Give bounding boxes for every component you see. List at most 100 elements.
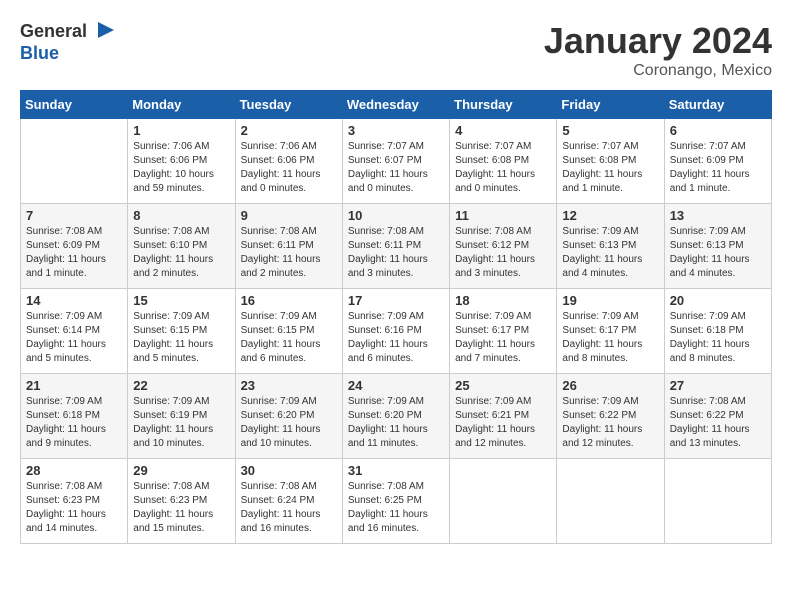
calendar-cell: 26 Sunrise: 7:09 AMSunset: 6:22 PMDayligh… — [557, 374, 664, 459]
calendar-cell: 7Sunrise: 7:08 AMSunset: 6:09 PMDaylight… — [21, 204, 128, 289]
calendar-cell: 16 Sunrise: 7:09 AMSunset: 6:15 PMDayligh… — [235, 289, 342, 374]
calendar-table: Sunday Monday Tuesday Wednesday Thursday… — [20, 90, 772, 544]
header-friday: Friday — [557, 91, 664, 119]
day-number: 25 — [455, 378, 551, 393]
calendar-cell: 21Sunrise: 7:09 AMSunset: 6:18 PMDayligh… — [21, 374, 128, 459]
calendar-cell: 14 Sunrise: 7:09 AMSunset: 6:14 PMDayligh… — [21, 289, 128, 374]
day-number: 23 — [241, 378, 337, 393]
day-number: 21 — [26, 378, 122, 393]
day-info: Sunrise: 7:07 AMSunset: 6:09 PMDaylight:… — [670, 140, 766, 196]
logo-general: General — [20, 20, 118, 44]
calendar-cell: 13 Sunrise: 7:09 AMSunset: 6:13 PMDayligh… — [664, 204, 771, 289]
calendar-cell — [21, 119, 128, 204]
logo: General Blue — [20, 20, 118, 64]
day-number: 17 — [348, 293, 444, 308]
day-info: Sunrise: 7:09 AMSunset: 6:17 PMDaylight:… — [562, 310, 658, 366]
calendar-cell — [664, 459, 771, 544]
day-info: Sunrise: 7:08 AMSunset: 6:23 PMDaylight:… — [26, 480, 122, 536]
day-info: Sunrise: 7:09 AMSunset: 6:14 PMDaylight:… — [26, 310, 122, 366]
day-number: 1 — [133, 123, 229, 138]
day-number: 28 — [26, 463, 122, 478]
calendar-cell: 5 Sunrise: 7:07 AMSunset: 6:08 PMDaylight… — [557, 119, 664, 204]
day-info: Sunrise: 7:09 AMSunset: 6:15 PMDaylight:… — [133, 310, 229, 366]
day-number: 26 — [562, 378, 658, 393]
calendar-cell: 29 Sunrise: 7:08 AMSunset: 6:23 PMDayligh… — [128, 459, 235, 544]
calendar-cell: 27 Sunrise: 7:08 AMSunset: 6:22 PMDayligh… — [664, 374, 771, 459]
calendar-week-row: 14 Sunrise: 7:09 AMSunset: 6:14 PMDayligh… — [21, 289, 772, 374]
calendar-cell: 18Sunrise: 7:09 AMSunset: 6:17 PMDayligh… — [450, 289, 557, 374]
calendar-cell: 11Sunrise: 7:08 AMSunset: 6:12 PMDayligh… — [450, 204, 557, 289]
day-number: 29 — [133, 463, 229, 478]
day-number: 30 — [241, 463, 337, 478]
day-number: 15 — [133, 293, 229, 308]
day-number: 13 — [670, 208, 766, 223]
day-info: Sunrise: 7:09 AMSunset: 6:19 PMDaylight:… — [133, 395, 229, 451]
day-number: 5 — [562, 123, 658, 138]
calendar-cell: 2 Sunrise: 7:06 AMSunset: 6:06 PMDaylight… — [235, 119, 342, 204]
header-monday: Monday — [128, 91, 235, 119]
day-number: 19 — [562, 293, 658, 308]
day-number: 10 — [348, 208, 444, 223]
day-number: 6 — [670, 123, 766, 138]
calendar-header-row: Sunday Monday Tuesday Wednesday Thursday… — [21, 91, 772, 119]
calendar-cell: 3Sunrise: 7:07 AMSunset: 6:07 PMDaylight… — [342, 119, 449, 204]
calendar-week-row: 1 Sunrise: 7:06 AMSunset: 6:06 PMDaylight… — [21, 119, 772, 204]
day-number: 7 — [26, 208, 122, 223]
day-info: Sunrise: 7:09 AMSunset: 6:20 PMDaylight:… — [348, 395, 444, 451]
header-thursday: Thursday — [450, 91, 557, 119]
day-info: Sunrise: 7:07 AMSunset: 6:07 PMDaylight:… — [348, 140, 444, 196]
calendar-week-row: 28 Sunrise: 7:08 AMSunset: 6:23 PMDayligh… — [21, 459, 772, 544]
day-info: Sunrise: 7:07 AMSunset: 6:08 PMDaylight:… — [455, 140, 551, 196]
calendar-cell: 15 Sunrise: 7:09 AMSunset: 6:15 PMDayligh… — [128, 289, 235, 374]
calendar-cell — [450, 459, 557, 544]
day-info: Sunrise: 7:06 AMSunset: 6:06 PMDaylight:… — [133, 140, 229, 196]
calendar-cell: 23Sunrise: 7:09 AMSunset: 6:20 PMDayligh… — [235, 374, 342, 459]
calendar-cell: 12 Sunrise: 7:09 AMSunset: 6:13 PMDayligh… — [557, 204, 664, 289]
day-info: Sunrise: 7:09 AMSunset: 6:18 PMDaylight:… — [670, 310, 766, 366]
day-number: 2 — [241, 123, 337, 138]
day-info: Sunrise: 7:08 AMSunset: 6:11 PMDaylight:… — [348, 225, 444, 281]
calendar-cell: 22Sunrise: 7:09 AMSunset: 6:19 PMDayligh… — [128, 374, 235, 459]
day-info: Sunrise: 7:09 AMSunset: 6:22 PMDaylight:… — [562, 395, 658, 451]
day-number: 12 — [562, 208, 658, 223]
day-info: Sunrise: 7:06 AMSunset: 6:06 PMDaylight:… — [241, 140, 337, 196]
day-number: 27 — [670, 378, 766, 393]
day-number: 20 — [670, 293, 766, 308]
day-number: 31 — [348, 463, 444, 478]
calendar-cell: 25 Sunrise: 7:09 AMSunset: 6:21 PMDayligh… — [450, 374, 557, 459]
day-info: Sunrise: 7:08 AMSunset: 6:10 PMDaylight:… — [133, 225, 229, 281]
day-info: Sunrise: 7:08 AMSunset: 6:22 PMDaylight:… — [670, 395, 766, 451]
calendar-cell: 8 Sunrise: 7:08 AMSunset: 6:10 PMDaylight… — [128, 204, 235, 289]
day-number: 16 — [241, 293, 337, 308]
calendar-cell: 1 Sunrise: 7:06 AMSunset: 6:06 PMDaylight… — [128, 119, 235, 204]
calendar-cell: 31Sunrise: 7:08 AMSunset: 6:25 PMDayligh… — [342, 459, 449, 544]
day-info: Sunrise: 7:09 AMSunset: 6:15 PMDaylight:… — [241, 310, 337, 366]
day-info: Sunrise: 7:08 AMSunset: 6:24 PMDaylight:… — [241, 480, 337, 536]
day-number: 14 — [26, 293, 122, 308]
day-info: Sunrise: 7:09 AMSunset: 6:13 PMDaylight:… — [670, 225, 766, 281]
calendar-cell: 9 Sunrise: 7:08 AMSunset: 6:11 PMDaylight… — [235, 204, 342, 289]
day-info: Sunrise: 7:09 AMSunset: 6:13 PMDaylight:… — [562, 225, 658, 281]
calendar-week-row: 7Sunrise: 7:08 AMSunset: 6:09 PMDaylight… — [21, 204, 772, 289]
calendar-week-row: 21Sunrise: 7:09 AMSunset: 6:18 PMDayligh… — [21, 374, 772, 459]
header-tuesday: Tuesday — [235, 91, 342, 119]
day-info: Sunrise: 7:08 AMSunset: 6:11 PMDaylight:… — [241, 225, 337, 281]
calendar-cell: 19 Sunrise: 7:09 AMSunset: 6:17 PMDayligh… — [557, 289, 664, 374]
calendar-cell: 28 Sunrise: 7:08 AMSunset: 6:23 PMDayligh… — [21, 459, 128, 544]
day-info: Sunrise: 7:08 AMSunset: 6:23 PMDaylight:… — [133, 480, 229, 536]
day-number: 4 — [455, 123, 551, 138]
header-sunday: Sunday — [21, 91, 128, 119]
day-number: 9 — [241, 208, 337, 223]
calendar-cell: 10 Sunrise: 7:08 AMSunset: 6:11 PMDayligh… — [342, 204, 449, 289]
day-info: Sunrise: 7:08 AMSunset: 6:12 PMDaylight:… — [455, 225, 551, 281]
day-info: Sunrise: 7:09 AMSunset: 6:17 PMDaylight:… — [455, 310, 551, 366]
day-info: Sunrise: 7:07 AMSunset: 6:08 PMDaylight:… — [562, 140, 658, 196]
location: Coronango, Mexico — [544, 62, 772, 80]
calendar-cell: 6 Sunrise: 7:07 AMSunset: 6:09 PMDaylight… — [664, 119, 771, 204]
header-saturday: Saturday — [664, 91, 771, 119]
day-number: 24 — [348, 378, 444, 393]
day-number: 8 — [133, 208, 229, 223]
page-header: General Blue January 2024 Coronango, Mex… — [20, 20, 772, 80]
calendar-cell: 24 Sunrise: 7:09 AMSunset: 6:20 PMDayligh… — [342, 374, 449, 459]
day-info: Sunrise: 7:09 AMSunset: 6:21 PMDaylight:… — [455, 395, 551, 451]
